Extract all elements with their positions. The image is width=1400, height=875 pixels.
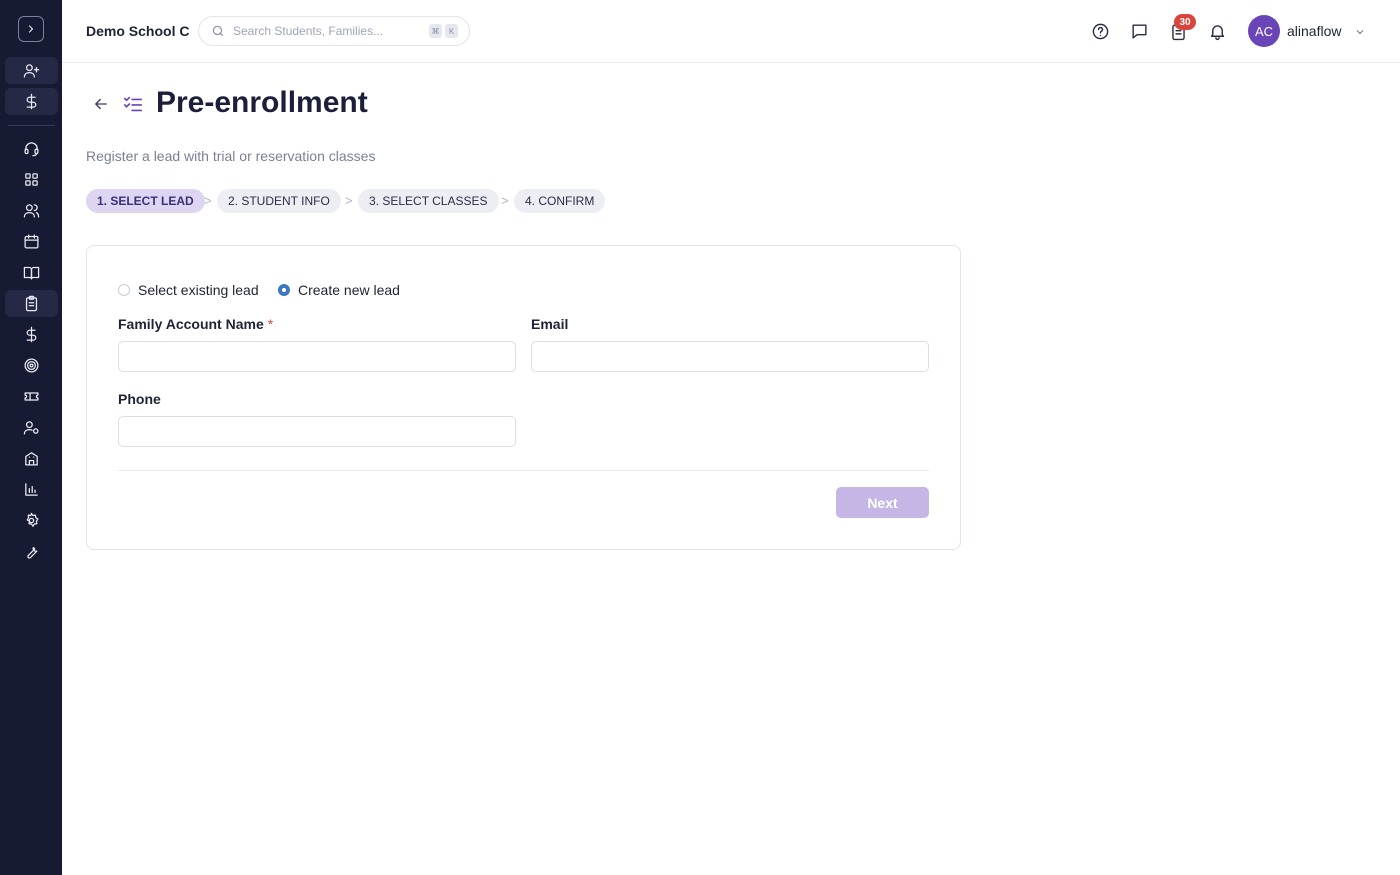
headset-icon [24,142,39,157]
user-name[interactable]: alinaflow [1287,23,1341,39]
page-subtitle: Register a lead with trial or reservatio… [86,148,376,164]
back-button[interactable] [92,95,110,113]
top-bar: Demo School C Search Students, Families.… [62,0,1400,63]
sidebar [0,0,62,875]
sidebar-item-users[interactable] [5,197,58,224]
dollar-icon [26,326,37,343]
email-label: Email [531,316,569,332]
required-mark: * [267,316,274,332]
sidebar-divider [8,125,55,126]
lead-form-card: Select existing lead Create new lead Fam… [86,245,961,550]
users-icon [23,204,40,218]
step-confirm[interactable]: 4. CONFIRM [514,189,606,213]
chevron-down-icon [1356,30,1364,35]
sidebar-item-locations[interactable] [5,445,58,472]
radio-create-new-lead[interactable]: Create new lead [278,282,400,298]
form-divider [118,470,929,471]
dollar-icon [26,93,37,110]
sidebar-item-support[interactable] [5,135,58,162]
search-input[interactable]: Search Students, Families... [233,24,383,38]
tasks-count-badge: 30 [1174,14,1196,30]
chevron-right-icon [28,25,34,33]
building-icon [25,452,38,466]
field-label-text: Family Account Name [118,316,264,332]
dashboard-icon [25,173,38,186]
sidebar-item-dashboard[interactable] [5,166,58,193]
family-account-name-field[interactable] [118,341,516,372]
calendar-icon [24,234,39,249]
radio-select-existing-lead[interactable]: Select existing lead [118,282,259,298]
user-menu-button[interactable] [1354,25,1366,37]
arrow-left-icon [95,98,107,110]
sidebar-item-courses[interactable] [5,259,58,286]
bar-chart-icon [25,483,38,496]
sidebar-item-payments[interactable] [5,88,58,115]
step-separator: > [345,193,353,208]
user-plus-icon [23,64,40,78]
messages-button[interactable] [1128,20,1150,42]
step-select-lead[interactable]: 1. SELECT LEAD [86,189,205,213]
sidebar-item-tickets[interactable] [5,383,58,410]
sidebar-item-reports[interactable] [5,476,58,503]
phone-label: Phone [118,391,161,407]
sidebar-item-goals[interactable] [5,352,58,379]
sidebar-item-pre-enrollment[interactable] [5,290,58,317]
shortcut-key-cmd: ⌘ [429,24,442,38]
step-separator: > [501,193,509,208]
target-icon [24,358,39,373]
phone-field[interactable] [118,416,516,447]
step-separator: > [204,193,212,208]
bell-icon [1210,24,1224,40]
clipboard-icon [25,295,38,312]
ticket-icon [24,392,39,401]
avatar[interactable]: AC [1248,15,1280,47]
sidebar-item-staff[interactable] [5,414,58,441]
step-select-classes[interactable]: 3. SELECT CLASSES [358,189,499,213]
search-box[interactable]: Search Students, Families... ⌘ K [198,16,470,46]
sidebar-expand-button[interactable] [18,16,44,42]
radio-indicator[interactable] [118,284,130,296]
search-icon [212,25,224,37]
sidebar-item-settings[interactable] [5,507,58,534]
help-button[interactable] [1089,20,1111,42]
notifications-button[interactable] [1206,20,1228,42]
email-field[interactable] [531,341,929,372]
shortcut-key-k: K [445,24,458,38]
sidebar-item-billing[interactable] [5,321,58,348]
help-icon [1092,23,1108,39]
step-student-info[interactable]: 2. STUDENT INFO [217,189,341,213]
radio-label: Select existing lead [138,282,259,298]
family-account-name-label: Family Account Name * [118,316,273,332]
wrench-icon [27,546,38,559]
radio-indicator[interactable] [278,284,290,296]
page-title: Pre-enrollment [156,86,368,119]
sidebar-item-calendar[interactable] [5,228,58,255]
sidebar-item-add-lead[interactable] [5,57,58,84]
next-button[interactable]: Next [836,487,929,518]
chat-icon [1131,23,1147,39]
gear-icon [26,512,39,527]
radio-label: Create new lead [298,282,400,298]
school-name[interactable]: Demo School C [86,23,189,39]
book-icon [23,266,40,280]
user-settings-icon [23,421,39,435]
checklist-icon [122,93,144,115]
sidebar-item-tools[interactable] [5,538,58,565]
